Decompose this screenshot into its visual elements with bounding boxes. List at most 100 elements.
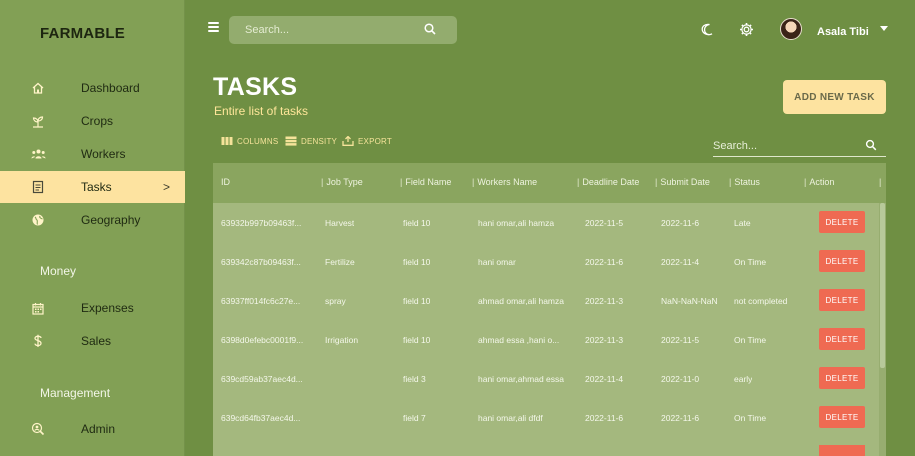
column-header-job-type[interactable]: | Job Type <box>321 177 363 187</box>
cell-job-type: Fertilize <box>325 257 355 267</box>
tasks-table: ID | Job Type | Field Name | Workers Name |… <box>213 163 886 456</box>
table-row[interactable]: 639cd59ab37aec4d... field 3 hani omar,ah… <box>213 359 879 396</box>
cell-submit-date: 2022-11-6 <box>661 413 700 423</box>
sidebar-item-label: Crops <box>81 114 114 128</box>
cell-job-type: Irrigation <box>325 335 359 345</box>
delete-button[interactable]: DELETE <box>819 328 865 350</box>
cell-id: 63937ff014fc6c27e... <box>221 296 301 306</box>
dollar-icon <box>30 333 46 349</box>
cell-workers-name: hani omar,ali dfdf <box>478 413 543 423</box>
chevron-right-icon: > <box>163 180 171 194</box>
cell-status: not completed <box>734 296 788 306</box>
column-header-deadline-date[interactable]: | Deadline Date <box>577 177 639 187</box>
sprout-icon <box>30 113 46 129</box>
column-header-field-name[interactable]: | Field Name <box>400 177 451 187</box>
sidebar-item-label: Expenses <box>81 301 134 315</box>
sidebar-item-crops[interactable]: Crops <box>0 105 185 137</box>
export-button[interactable]: EXPORT <box>342 135 392 146</box>
cell-submit-date: NaN-NaN-NaN <box>661 296 718 306</box>
cell-submit-date: 2022-11-0 <box>661 374 700 384</box>
columns-icon <box>221 136 233 146</box>
calendar-icon <box>30 300 46 316</box>
cell-workers-name: ahmad essa ,hani o... <box>478 335 560 345</box>
section-management-label: Management <box>40 386 111 400</box>
cell-field-name: field 7 <box>403 413 426 423</box>
cell-status: On Time <box>734 257 767 267</box>
columns-button[interactable]: COLUMNS <box>221 136 278 146</box>
cell-job-type: Harvest <box>325 218 355 228</box>
table-row[interactable]: 6398d0efebc0001f9... Irrigation field 10… <box>213 320 879 357</box>
delete-button[interactable]: DELETE <box>819 289 865 311</box>
table-row[interactable]: 63932b997b09463f... Harvest field 10 han… <box>213 203 879 240</box>
delete-button[interactable]: DELETE <box>819 367 865 389</box>
cell-deadline-date: 2022-11-6 <box>585 257 624 267</box>
sidebar-item-label: Geography <box>81 213 141 227</box>
home-icon <box>30 80 46 96</box>
top-search-box[interactable] <box>229 16 457 44</box>
sidebar-item-label: Dashboard <box>81 81 140 95</box>
table-search-box[interactable] <box>713 135 886 157</box>
partial-delete-button[interactable] <box>819 445 865 456</box>
add-new-task-button[interactable]: ADD NEW TASK <box>783 80 886 114</box>
density-button[interactable]: DENSITY <box>285 136 337 146</box>
sidebar-item-geography[interactable]: Geography <box>0 204 185 236</box>
cell-deadline-date: 2022-11-4 <box>585 374 624 384</box>
columns-label: COLUMNS <box>237 136 279 146</box>
avatar[interactable] <box>780 18 802 40</box>
table-row[interactable]: 63937ff014fc6c27e... spray field 10 ahma… <box>213 281 879 318</box>
table-search-input[interactable] <box>713 139 853 153</box>
column-header-action[interactable]: | Action <box>804 177 834 187</box>
column-header-id[interactable]: ID <box>221 177 230 187</box>
density-label: DENSITY <box>301 136 338 146</box>
export-label: EXPORT <box>358 136 392 146</box>
column-header-submit-date[interactable]: | Submit Date <box>655 177 710 187</box>
cell-workers-name: hani omar,ali hamza <box>478 218 555 228</box>
cell-submit-date: 2022-11-4 <box>661 257 700 267</box>
sidebar-item-tasks[interactable]: Tasks > <box>0 171 185 203</box>
sidebar-item-dashboard[interactable]: Dashboard <box>0 72 185 104</box>
brand-logo: FARMABLE <box>40 25 125 42</box>
cell-field-name: field 10 <box>403 296 431 306</box>
hamburger-menu-icon[interactable] <box>208 22 219 32</box>
density-icon <box>285 136 297 146</box>
vertical-scrollbar[interactable] <box>879 203 886 456</box>
page-title: TASKS <box>213 73 298 101</box>
cell-id: 63932b997b09463f... <box>221 218 302 228</box>
cell-submit-date: 2022-11-6 <box>661 218 700 228</box>
cell-workers-name: ahmad omar,ali hamza <box>478 296 564 306</box>
gear-icon[interactable] <box>739 22 754 37</box>
table-header: ID | Job Type | Field Name | Workers Name |… <box>213 163 886 203</box>
cell-status: Late <box>734 218 751 228</box>
delete-button[interactable]: DELETE <box>819 406 865 428</box>
cell-status: early <box>734 374 753 384</box>
clipboard-icon <box>30 179 46 195</box>
sidebar-item-label: Admin <box>81 422 116 436</box>
sidebar-item-label: Workers <box>81 147 126 161</box>
top-search-input[interactable] <box>245 22 415 38</box>
cell-deadline-date: 2022-11-3 <box>585 335 624 345</box>
table-row[interactable]: 639cd64fb37aec4d... field 7 hani omar,al… <box>213 398 879 435</box>
caret-down-icon[interactable] <box>880 26 888 31</box>
search-icon[interactable] <box>423 22 437 36</box>
column-header-status[interactable]: | Status <box>729 177 760 187</box>
column-header-workers-name[interactable]: | Workers Name <box>472 177 537 187</box>
sidebar-item-sales[interactable]: Sales <box>0 325 185 357</box>
cell-id: 6398d0efebc0001f9... <box>221 335 304 345</box>
scrollbar-thumb[interactable] <box>880 203 885 368</box>
delete-button[interactable]: DELETE <box>819 211 865 233</box>
cell-deadline-date: 2022-11-5 <box>585 218 624 228</box>
search-icon[interactable] <box>865 138 877 151</box>
cell-status: On Time <box>734 413 767 423</box>
cell-id: 639cd59ab37aec4d... <box>221 374 303 384</box>
dark-mode-moon-icon[interactable] <box>700 23 714 37</box>
sidebar-item-workers[interactable]: Workers <box>0 138 185 170</box>
sidebar-item-expenses[interactable]: Expenses <box>0 292 185 324</box>
sidebar-item-admin[interactable]: Admin <box>0 413 185 445</box>
sidebar-item-label: Sales <box>81 334 112 348</box>
cell-status: On Time <box>734 335 767 345</box>
delete-button[interactable]: DELETE <box>819 250 865 272</box>
cell-field-name: field 3 <box>403 374 426 384</box>
table-row[interactable]: 639342c87b09463f... Fertilize field 10 h… <box>213 242 879 279</box>
sidebar-item-label: Tasks <box>81 180 112 194</box>
user-name[interactable]: Asala Tibi <box>817 26 869 38</box>
